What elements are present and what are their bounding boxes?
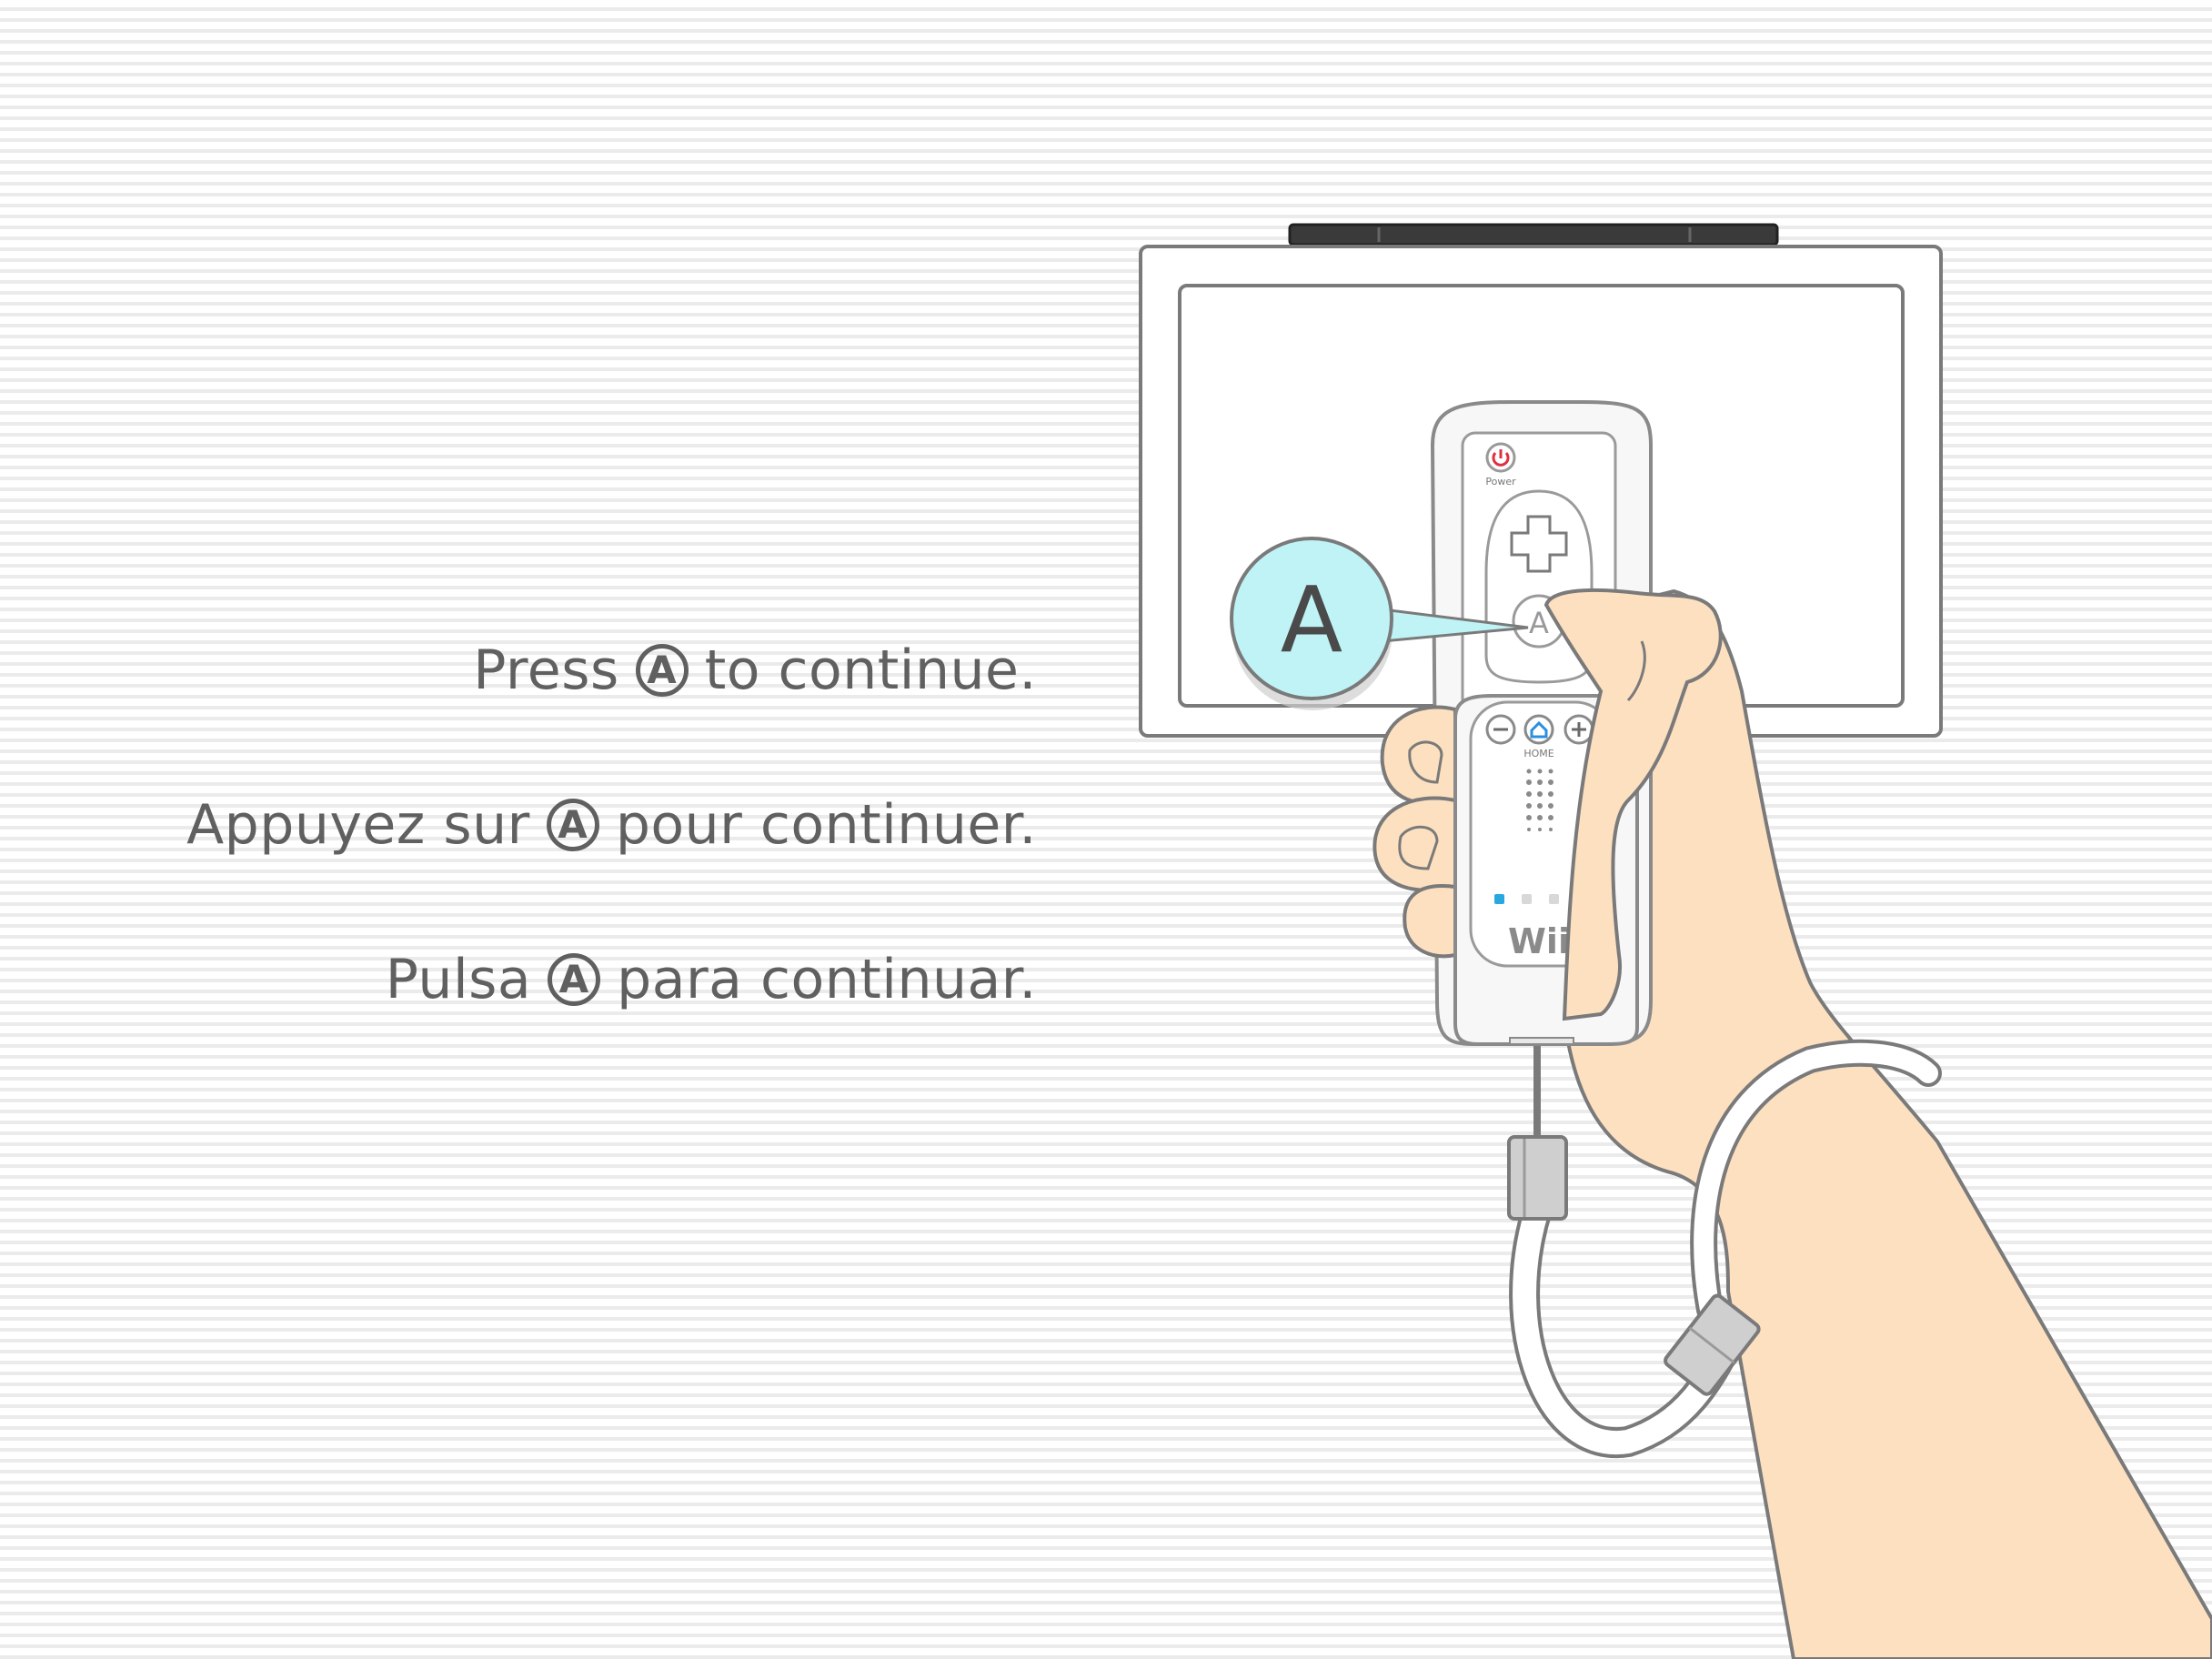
instruction-spanish: Pulsa A para continuar. bbox=[386, 948, 1037, 1011]
illustration-svg: Power A HOME Wii A bbox=[1139, 223, 2212, 1659]
instruction-french-after: pour continuer. bbox=[615, 793, 1037, 857]
instruction-english-after: to continue. bbox=[704, 638, 1037, 702]
fingers-icon bbox=[1372, 705, 1457, 959]
power-label: Power bbox=[1485, 476, 1516, 488]
home-button-icon bbox=[1523, 714, 1554, 745]
instruction-french: Appuyez sur A pour continuer. bbox=[186, 793, 1037, 857]
home-label: HOME bbox=[1523, 748, 1553, 759]
player-led-1 bbox=[1494, 894, 1504, 904]
wii-logo: Wii bbox=[1508, 921, 1570, 961]
a-button-icon: A bbox=[546, 799, 599, 851]
svg-text:A: A bbox=[1529, 606, 1549, 640]
instruction-spanish-before: Pulsa bbox=[385, 948, 532, 1011]
player-led-2 bbox=[1522, 894, 1532, 904]
callout-a-label: A bbox=[1281, 567, 1342, 673]
instruction-english: Press A to continue. bbox=[473, 638, 1037, 702]
instruction-french-before: Appuyez sur bbox=[186, 793, 530, 857]
instructions-panel: Press A to continue. Appuyez sur A pour … bbox=[0, 0, 1037, 1659]
a-button-icon: A bbox=[548, 953, 601, 1006]
wii-remote-illustration: Power A HOME Wii A bbox=[1128, 209, 2212, 1659]
a-button-icon: A bbox=[635, 644, 689, 697]
sensor-bar-icon bbox=[1288, 223, 1779, 246]
instruction-english-before: Press bbox=[473, 638, 619, 702]
player-led-3 bbox=[1549, 894, 1559, 904]
instruction-spanish-after: para continuar. bbox=[617, 948, 1037, 1011]
